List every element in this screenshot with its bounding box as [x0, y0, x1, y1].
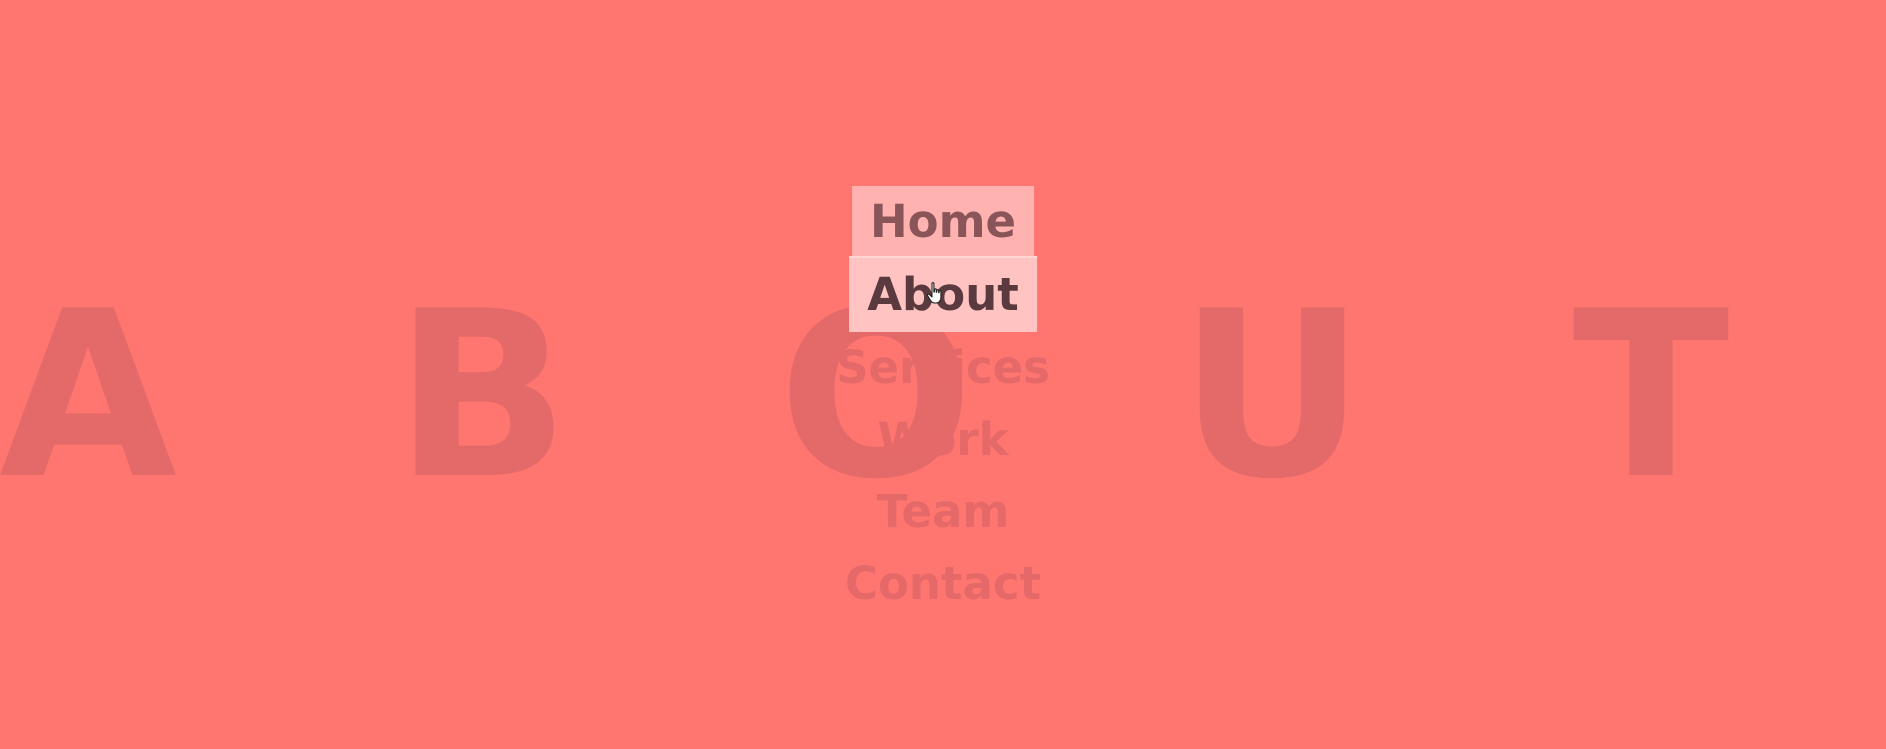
menu-item-home[interactable]: Home — [852, 186, 1034, 258]
menu-item-services[interactable]: Services — [818, 332, 1068, 404]
background-letter-u: U — [1178, 263, 1366, 530]
menu-item-work[interactable]: Work — [859, 404, 1026, 476]
background-letter-a: A — [0, 263, 178, 530]
background-letter-b: B — [394, 263, 570, 530]
main-menu: Home About Services Work Team Contact — [818, 186, 1068, 620]
menu-item-team[interactable]: Team — [859, 476, 1028, 548]
menu-item-about[interactable]: About — [849, 256, 1037, 332]
background-letter-t: T — [1572, 263, 1730, 530]
menu-item-contact[interactable]: Contact — [827, 548, 1059, 620]
